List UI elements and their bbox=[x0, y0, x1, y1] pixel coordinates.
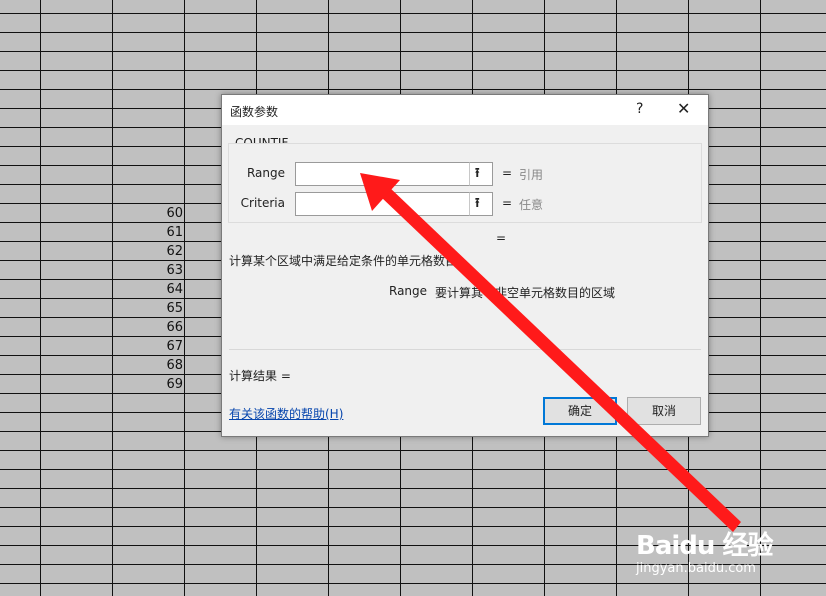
arrow-shaft bbox=[380, 186, 741, 532]
watermark-url: jingyan.baidu.com bbox=[636, 561, 756, 576]
annotation-arrow bbox=[360, 173, 741, 532]
watermark-brand: Baidu 经验 bbox=[636, 531, 773, 561]
baidu-watermark: Baidu 经验 jingyan.baidu.com bbox=[636, 521, 786, 591]
